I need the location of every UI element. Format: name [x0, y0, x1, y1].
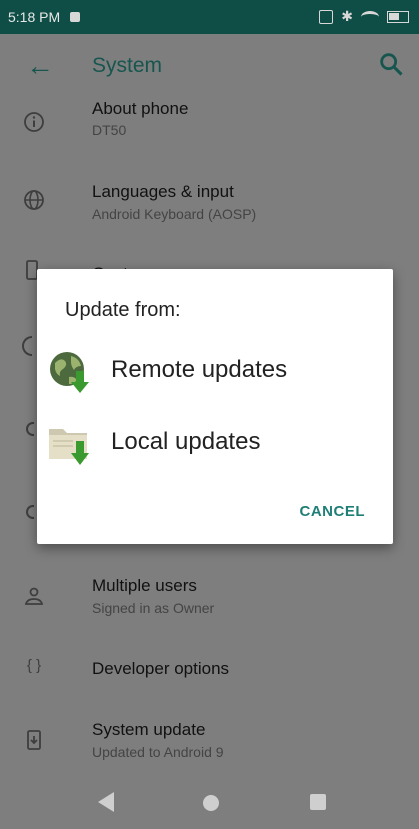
hidden-list-icon: [22, 336, 32, 356]
list-item-subtitle: Updated to Android 9: [92, 744, 224, 760]
globe-icon: [24, 190, 44, 210]
list-item-title: About phone: [92, 99, 189, 118]
info-icon: [24, 112, 44, 132]
list-item-subtitle: DT50: [92, 122, 127, 138]
system-update-icon: [27, 730, 41, 750]
navigation-bar: [0, 776, 419, 829]
app-toolbar: ← System: [0, 34, 419, 98]
option-label: Local updates: [111, 428, 261, 455]
list-item-title: Multiple users: [92, 576, 197, 595]
list-item-title: Developer options: [92, 659, 230, 678]
status-icons: ✱: [319, 8, 409, 25]
local-updates-option[interactable]: Local updates: [37, 415, 393, 469]
list-item-languages[interactable]: Languages & input Android Keyboard (AOSP…: [0, 178, 419, 234]
bluetooth-icon: ✱: [341, 8, 353, 24]
nav-home-icon[interactable]: [203, 795, 219, 811]
status-bar: 5:18 PM ✱: [0, 0, 419, 34]
nav-back-icon[interactable]: [98, 792, 114, 812]
folder-download-icon: [49, 429, 89, 465]
update-source-dialog: Update from: Remote updates Local update…: [37, 269, 393, 544]
list-item-title: System update: [92, 720, 206, 739]
globe-download-icon: [50, 352, 89, 393]
list-item-subtitle: Android Keyboard (AOSP): [92, 206, 257, 222]
list-item-subtitle: Signed in as Owner: [92, 600, 215, 616]
option-label: Remote updates: [111, 356, 288, 383]
remote-updates-option[interactable]: Remote updates: [37, 343, 393, 397]
battery-icon: [387, 10, 409, 23]
search-icon[interactable]: [377, 50, 405, 78]
list-item-multiple-users[interactable]: Multiple users Signed in as Owner: [0, 574, 419, 630]
person-icon: [24, 587, 44, 605]
hidden-list-icon: [26, 422, 34, 436]
page-title: System: [92, 54, 163, 77]
wifi-icon: [361, 10, 379, 23]
list-item-system-update[interactable]: System update Updated to Android 9: [0, 718, 419, 774]
status-time: 5:18 PM: [8, 9, 61, 25]
vibrate-icon: [319, 9, 334, 24]
code-braces-icon: { }: [26, 657, 42, 674]
nav-recents-icon[interactable]: [310, 794, 326, 810]
list-item-about-phone[interactable]: About phone DT50: [0, 98, 419, 154]
cancel-button[interactable]: CANCEL: [300, 503, 366, 520]
hidden-list-icon: [26, 505, 34, 519]
arrow-back-icon[interactable]: ←: [24, 50, 56, 82]
notification-icon: [70, 12, 81, 22]
list-item-developer-options[interactable]: { } Developer options: [0, 655, 419, 685]
list-item-title: Languages & input: [92, 182, 234, 201]
dialog-title: Update from:: [65, 299, 181, 321]
